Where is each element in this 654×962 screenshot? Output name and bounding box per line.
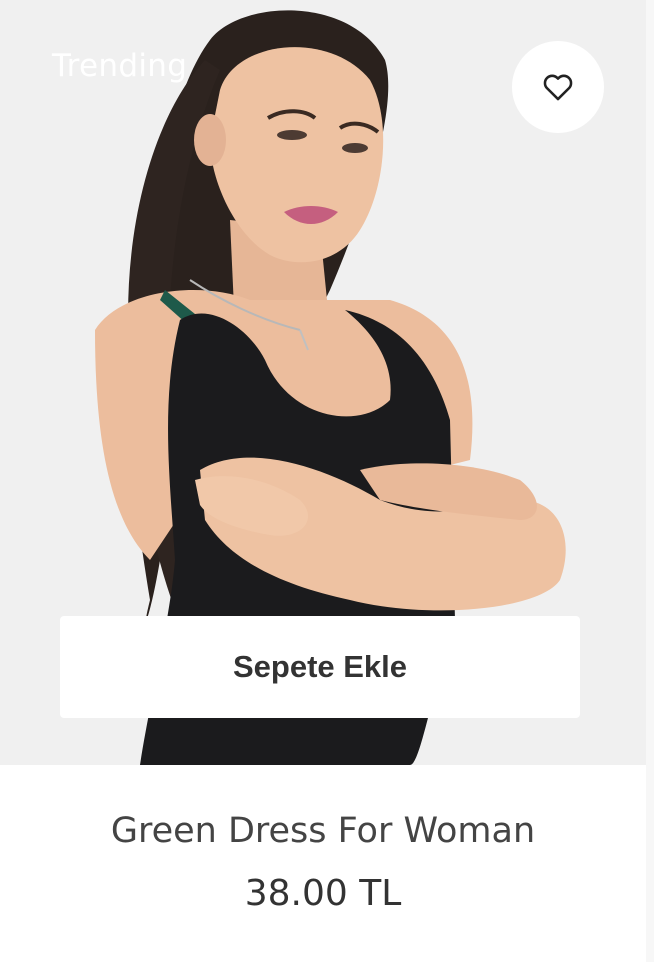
scroll-edge bbox=[646, 0, 654, 962]
trending-badge: Trending bbox=[52, 48, 188, 84]
add-to-cart-button[interactable]: Sepete Ekle bbox=[60, 616, 580, 718]
product-price: 38.00 TL bbox=[244, 873, 402, 914]
product-image-area[interactable]: Trending Sepete Ekle bbox=[0, 0, 646, 765]
wishlist-button[interactable] bbox=[512, 41, 604, 133]
product-card[interactable]: Trending Sepete Ekle Green Dress For Wom… bbox=[0, 0, 646, 962]
product-title[interactable]: Green Dress For Woman bbox=[0, 811, 646, 851]
product-info: Green Dress For Woman 38.00 TL bbox=[0, 765, 646, 962]
heart-outline-icon bbox=[543, 74, 573, 101]
